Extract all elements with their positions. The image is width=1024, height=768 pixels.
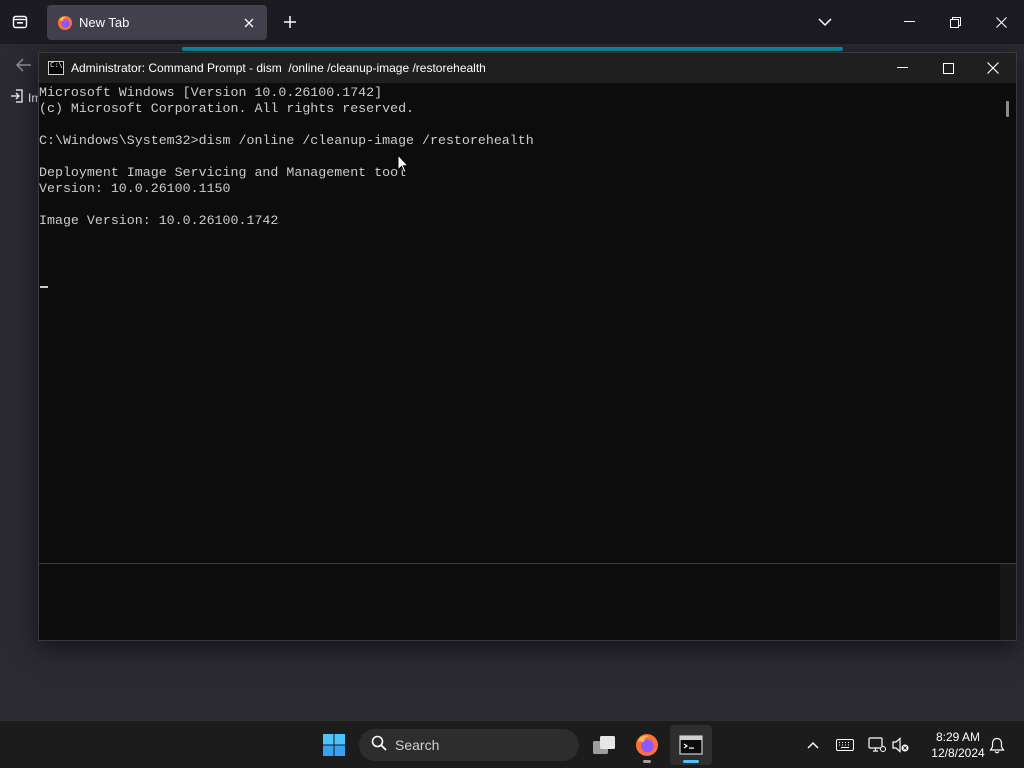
tab-close-icon[interactable]	[237, 11, 261, 35]
console-line: (c) Microsoft Corporation. All rights re…	[39, 101, 415, 116]
volume-muted-icon[interactable]	[890, 721, 912, 768]
notification-bell-icon[interactable]	[986, 721, 1008, 768]
running-indicator	[643, 760, 651, 763]
tab-new-tab[interactable]: New Tab	[47, 5, 267, 40]
cmd-minimize-icon[interactable]	[879, 53, 925, 83]
browser-restore-icon[interactable]	[932, 0, 978, 44]
cmd-close-icon[interactable]	[970, 53, 1016, 83]
new-tab-plus-icon[interactable]	[278, 9, 302, 35]
chevron-up-icon[interactable]	[802, 721, 824, 768]
import-bookmarks-button[interactable]: Im	[10, 88, 41, 108]
mouse-pointer-icon	[397, 154, 409, 174]
console-output[interactable]: Microsoft Windows [Version 10.0.26100.17…	[39, 83, 999, 563]
firefox-favicon-icon	[57, 15, 73, 31]
terminal-taskbar-icon[interactable]	[670, 725, 712, 765]
browser-close-icon[interactable]	[978, 0, 1024, 44]
search-icon	[371, 735, 387, 756]
cmd-app-icon	[48, 61, 64, 75]
cmd-lower-scroll-track	[1000, 564, 1016, 640]
tab-title: New Tab	[79, 15, 130, 30]
firefox-taskbar-icon[interactable]	[627, 725, 667, 765]
list-all-tabs-chevron-icon[interactable]	[812, 9, 838, 35]
console-line: C:\Windows\System32>dism /online /cleanu…	[39, 133, 534, 148]
keyboard-icon[interactable]	[833, 721, 857, 768]
taskbar-search-box[interactable]: Search	[359, 729, 579, 761]
task-view-icon[interactable]	[584, 725, 624, 765]
cmd-titlebar[interactable]: Administrator: Command Prompt - dism /on…	[39, 53, 1016, 83]
cmd-scrollbar[interactable]	[1000, 83, 1016, 563]
back-arrow-icon[interactable]	[10, 54, 38, 76]
console-line: Microsoft Windows [Version 10.0.26100.17…	[39, 85, 383, 100]
scrollbar-thumb[interactable]	[1006, 101, 1009, 117]
active-indicator	[683, 760, 699, 763]
console-line: Version: 10.0.26100.1150	[39, 181, 231, 196]
cmd-lower-area	[39, 564, 1016, 640]
network-icon[interactable]	[866, 721, 888, 768]
start-icon[interactable]	[314, 725, 354, 765]
firefox-view-icon[interactable]	[4, 7, 36, 37]
search-placeholder: Search	[395, 737, 440, 753]
taskbar: Search 8:29 AM 12/8/2024	[0, 720, 1024, 768]
import-icon	[10, 88, 24, 108]
command-prompt-window[interactable]: Administrator: Command Prompt - dism /on…	[38, 52, 1017, 641]
cmd-window-title: Administrator: Command Prompt - dism /on…	[71, 61, 486, 75]
browser-minimize-icon[interactable]	[886, 0, 932, 44]
browser-titlebar: New Tab	[0, 0, 1024, 44]
cmd-maximize-icon[interactable]	[925, 53, 971, 83]
console-line: Image Version: 10.0.26100.1742	[39, 213, 279, 228]
urlbar-focus-accent	[182, 47, 843, 51]
console-line: Deployment Image Servicing and Managemen…	[39, 165, 407, 180]
text-cursor	[40, 286, 48, 288]
